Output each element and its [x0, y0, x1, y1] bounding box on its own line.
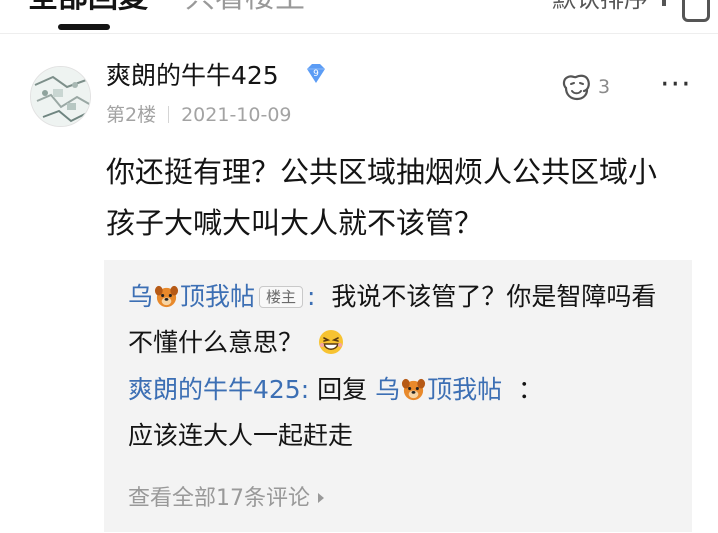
- like-button[interactable]: 3: [560, 72, 620, 102]
- sub-reply[interactable]: 乌顶我帖 楼主: 我说不该管了？你是智障吗看不懂什么意思？: [128, 274, 668, 366]
- sub-replies-panel: 乌顶我帖 楼主: 我说不该管了？你是智障吗看不懂什么意思？ 爽朗的牛牛425: 回…: [104, 260, 692, 532]
- reply-word: 回复: [317, 375, 368, 404]
- grin-emoji-icon: [319, 330, 344, 354]
- like-count: 3: [598, 76, 611, 98]
- tab-all-replies[interactable]: 全部回复: [28, 0, 148, 15]
- post-date: 2021-10-09: [181, 104, 292, 126]
- view-all-label: 查看全部17条评论: [128, 486, 310, 511]
- meta-separator: [168, 106, 170, 123]
- floor-label: 第2楼: [106, 104, 157, 126]
- sub-reply[interactable]: 爽朗的牛牛425: 回复 乌顶我帖 ：应该连大人一起赶走: [128, 367, 668, 459]
- sort-dropdown[interactable]: 默认排序: [552, 0, 648, 14]
- avatar[interactable]: [30, 66, 91, 127]
- comment-username[interactable]: 爽朗的牛牛425: [106, 60, 279, 92]
- menu-icon[interactable]: [682, 0, 710, 22]
- reply-username[interactable]: 乌顶我帖: [128, 282, 255, 311]
- more-dots-icon[interactable]: ···: [660, 70, 692, 100]
- dog-emoji-icon: [402, 378, 426, 401]
- sort-caret-icon: [662, 0, 666, 6]
- comment-text: 你还挺有理？公共区域抽烟烦人公共区域小孩子大喊大叫大人就不该管？: [106, 155, 658, 240]
- header-divider: [0, 33, 718, 34]
- reply-username[interactable]: 爽朗的牛牛425: [128, 375, 301, 404]
- active-tab-indicator: [58, 24, 110, 30]
- top-tab-bar: 全部回复 只看楼主 默认排序: [0, 0, 718, 30]
- diamond-icon: 9: [307, 64, 325, 83]
- thumbs-up-face-icon: [562, 74, 590, 101]
- reply-target-username[interactable]: 乌顶我帖: [375, 375, 502, 404]
- chevron-right-icon: [318, 493, 324, 503]
- avatar-image: [31, 67, 90, 126]
- comment-meta: 第2楼 2021-10-09: [106, 102, 292, 128]
- level-number: 9: [313, 69, 319, 79]
- view-all-comments-link[interactable]: 查看全部17条评论: [128, 484, 324, 514]
- reply-text: 应该连大人一起赶走: [128, 421, 354, 450]
- tab-owner-only[interactable]: 只看楼主: [185, 0, 305, 15]
- dog-emoji-icon: [154, 285, 179, 308]
- owner-tag: 楼主: [259, 286, 304, 308]
